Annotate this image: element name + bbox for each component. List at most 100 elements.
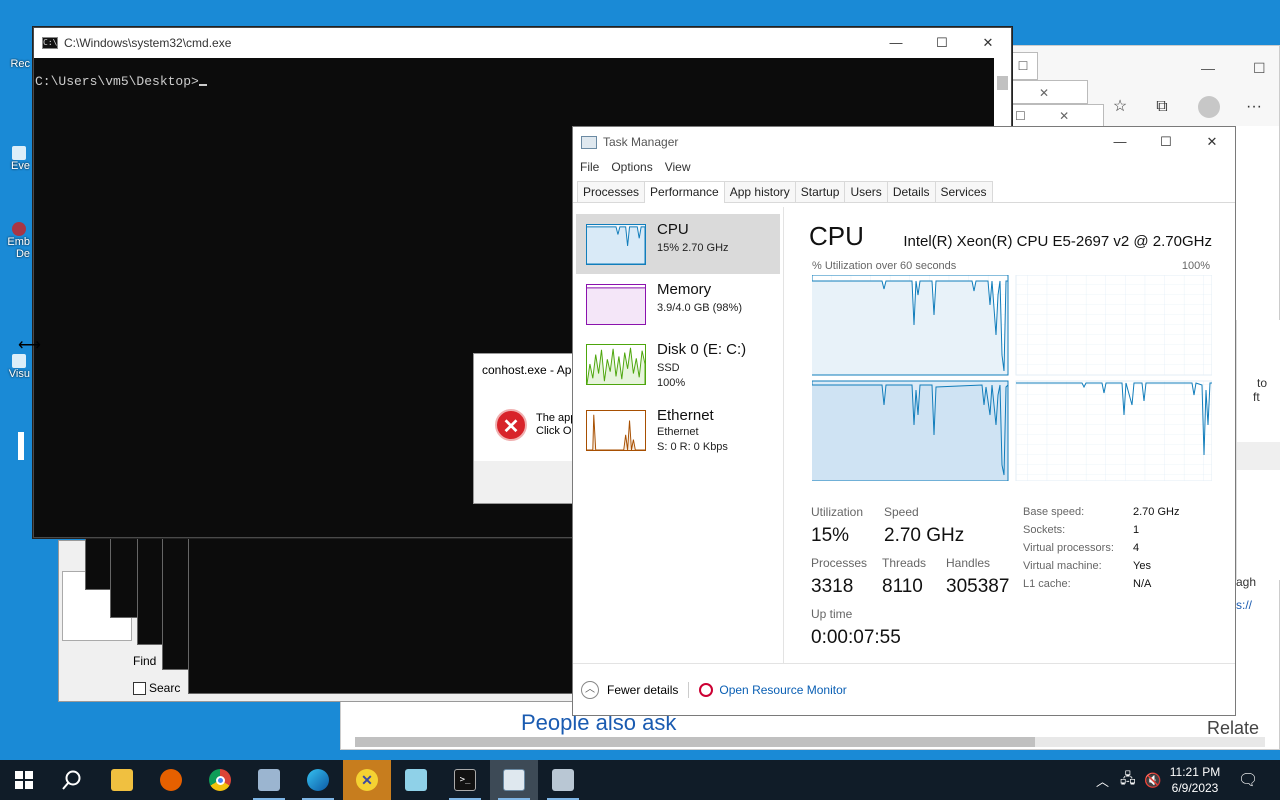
resource-detail: S: 0 R: 0 Kbps <box>657 441 728 453</box>
tab-details[interactable]: Details <box>886 181 936 202</box>
taskbar-cmd[interactable]: >_ <box>441 760 489 800</box>
taskbar-firefox[interactable] <box>147 760 195 800</box>
search-button[interactable] <box>48 760 96 800</box>
detail-value: N/A <box>1133 578 1152 590</box>
menu-bar: File Options View <box>573 157 1235 177</box>
taskbar-file-explorer[interactable] <box>98 760 146 800</box>
cascade-window: ✕ <box>1008 80 1088 104</box>
memory-mini-graph <box>586 284 646 325</box>
cmd-titlebar[interactable]: C:\ C:\Windows\system32\cmd.exe — ☐ ✕ <box>34 28 1011 58</box>
error-dialog[interactable]: conhost.exe - Ap ✕ The app Click O <box>473 353 583 504</box>
firefox-icon <box>160 769 182 791</box>
tray-chevron[interactable]: ︿ <box>1096 760 1109 800</box>
utilization-label: Utilization <box>811 505 864 519</box>
profile-icon[interactable] <box>1198 96 1220 118</box>
minimize-icon[interactable]: — <box>1201 60 1215 76</box>
checkbox-box[interactable] <box>133 681 146 695</box>
close-button[interactable]: ✕ <box>1189 127 1235 157</box>
minimize-button[interactable]: — <box>1097 127 1143 157</box>
clock-date: 6/9/2023 <box>1171 781 1219 795</box>
app-icon <box>258 769 280 791</box>
desktop-icon-recycle[interactable]: Rec <box>0 58 30 70</box>
tab-strip: Processes Performance App history Startu… <box>573 181 1235 203</box>
cascade-window: ☐ <box>1008 52 1038 80</box>
task-manager-titlebar[interactable]: Task Manager — ☐ ✕ <box>573 127 1235 157</box>
side-text: to <box>1257 376 1268 390</box>
fewer-details-link[interactable]: Fewer details <box>607 683 678 697</box>
resource-memory[interactable]: Memory 3.9/4.0 GB (98%) <box>576 274 780 334</box>
favorites-icon[interactable]: ☆ <box>1109 96 1131 118</box>
text-cursor <box>198 84 207 86</box>
cpu-panel: CPU Intel(R) Xeon(R) CPU E5-2697 v2 @ 2.… <box>785 207 1235 663</box>
tab-services[interactable]: Services <box>934 181 993 202</box>
chevron-up-icon[interactable]: ︿ <box>581 680 599 699</box>
resource-cpu[interactable]: CPU 15% 2.70 GHz <box>576 214 780 274</box>
tab-startup[interactable]: Startup <box>794 181 846 202</box>
taskbar-app[interactable] <box>245 760 293 800</box>
cmd-title: C:\Windows\system32\cmd.exe <box>64 36 232 50</box>
taskbar-notepad[interactable] <box>392 760 440 800</box>
taskbar-chrome[interactable] <box>196 760 244 800</box>
more-icon[interactable]: ··· <box>1243 96 1265 118</box>
core-graph-0 <box>812 275 1009 376</box>
maximize-icon[interactable]: ☐ <box>1253 60 1266 77</box>
resource-detail: 3.9/4.0 GB (98%) <box>657 302 742 314</box>
resource-detail: SSD <box>657 362 680 374</box>
desktop-icon-events[interactable]: Eve <box>0 146 30 172</box>
taskbar-task-manager-2[interactable] <box>539 760 587 800</box>
menu-options[interactable]: Options <box>611 160 652 174</box>
edge-icon <box>307 769 329 791</box>
resource-ethernet[interactable]: Ethernet Ethernet S: 0 R: 0 Kbps <box>576 400 780 460</box>
desktop-icon-visual[interactable]: Visu <box>0 354 30 380</box>
tab-performance[interactable]: Performance <box>644 181 725 203</box>
tab-users[interactable]: Users <box>844 181 888 202</box>
open-resource-monitor-link[interactable]: Open Resource Monitor <box>719 683 846 697</box>
search-checkbox[interactable]: Searc <box>133 681 180 695</box>
tab-app-history[interactable]: App history <box>723 181 796 202</box>
graph-label: % Utilization over 60 seconds <box>812 260 957 272</box>
task-manager-icon <box>503 769 525 791</box>
cmd-console[interactable]: C:\Users\vm5\Desktop> <box>34 58 1011 89</box>
resource-disk[interactable]: Disk 0 (E: C:) SSD 100% <box>576 334 780 394</box>
speed-value: 2.70 GHz <box>884 525 965 546</box>
detail-key: L1 cache: <box>1023 578 1071 590</box>
resource-name: Memory <box>657 281 712 298</box>
taskbar-edge[interactable] <box>294 760 342 800</box>
menu-view[interactable]: View <box>665 160 691 174</box>
detail-value: Yes <box>1133 560 1151 572</box>
scrollbar-thumb[interactable] <box>997 76 1008 90</box>
tab-processes[interactable]: Processes <box>577 181 646 202</box>
scrollbar-thumb[interactable] <box>355 737 1035 747</box>
stacked-console <box>188 530 575 694</box>
horizontal-scrollbar[interactable] <box>355 737 1265 747</box>
notifications-icon[interactable]: 🗨 <box>1238 760 1258 800</box>
task-manager-window[interactable]: Task Manager — ☐ ✕ File Options View Pro… <box>572 126 1236 716</box>
collections-icon[interactable]: ⧉ <box>1151 96 1173 118</box>
network-icon[interactable]: 🖧 <box>1120 760 1136 800</box>
disk-mini-graph <box>586 344 646 385</box>
detail-key: Sockets: <box>1023 524 1066 536</box>
cmd-prompt: C:\Users\vm5\Desktop> <box>35 74 199 89</box>
close-button[interactable]: ✕ <box>965 28 1011 58</box>
shortcut-icon <box>12 146 26 160</box>
desktop-icon-emb[interactable]: Emb De <box>0 222 30 260</box>
start-button[interactable] <box>0 760 48 800</box>
threads-label: Threads <box>882 556 927 570</box>
taskbar-clock[interactable]: 11:21 PM 6/9/2023 <box>1160 764 1230 796</box>
maximize-button[interactable]: ☐ <box>1143 127 1189 157</box>
x-app-icon: ✕ <box>356 769 378 791</box>
error-footer <box>474 461 582 503</box>
minimize-button[interactable]: — <box>873 28 919 58</box>
uptime-value: 0:00:07:55 <box>811 627 901 648</box>
desktop-icon-label: De <box>15 248 30 260</box>
separator <box>688 681 690 698</box>
volume-muted-icon[interactable]: 🔇 <box>1144 760 1161 800</box>
cmd-icon: C:\ <box>42 37 58 49</box>
cascade-window: ☐ ✕ <box>1008 104 1104 128</box>
menu-file[interactable]: File <box>580 160 599 174</box>
taskbar-task-manager[interactable] <box>490 760 538 800</box>
cpu-core-graphs <box>812 275 1212 481</box>
taskbar-yellow-app[interactable]: ✕ <box>343 760 391 800</box>
maximize-button[interactable]: ☐ <box>919 28 965 58</box>
desktop-icon-partial[interactable] <box>18 432 24 460</box>
